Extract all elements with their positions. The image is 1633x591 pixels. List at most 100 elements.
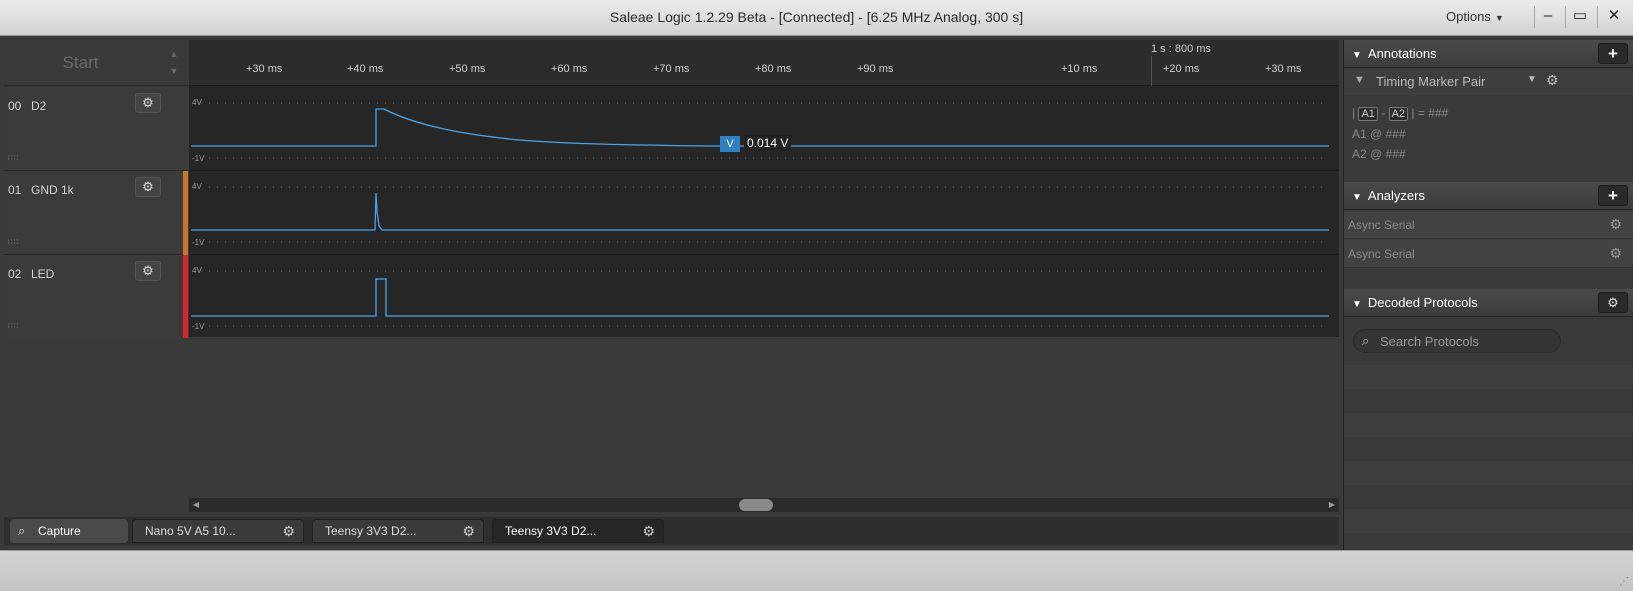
close-icon[interactable]: ✕ (1599, 4, 1629, 30)
list-stripe (1344, 437, 1633, 461)
tick-label: +50 ms (449, 63, 486, 75)
spinner-icon[interactable]: ▲ ▼ (164, 46, 184, 80)
options-menu-button[interactable]: Options ▼ (1446, 9, 1504, 24)
session-tab[interactable]: Nano 5V A5 10... ⚙ (132, 519, 304, 543)
search-protocols-box[interactable]: ⌕ (1353, 329, 1561, 353)
marker-pin-icon: ▼ (1354, 74, 1365, 86)
analyzer-gear-icon[interactable]: ⚙ (1609, 216, 1622, 233)
scroll-right-icon[interactable]: ▶ (1325, 498, 1339, 512)
waveform-area[interactable]: 1 s : 800 ms +30 ms +40 ms +50 ms +60 ms… (189, 40, 1339, 339)
tick-label: +30 ms (1265, 63, 1302, 75)
drag-handle-icon[interactable]: ∷∷ (8, 238, 19, 246)
channel-plot-02[interactable]: 4V -1V (189, 255, 1339, 339)
decoded-protocols-header[interactable]: ▼ Decoded Protocols ⚙ (1344, 289, 1633, 317)
list-stripe (1344, 365, 1633, 389)
scroll-left-icon[interactable]: ◀ (189, 498, 203, 512)
marker-a2-value: A2 @ ### (1352, 147, 1406, 161)
tick-label: +90 ms (857, 63, 894, 75)
start-area: Start ▲ ▼ (4, 40, 188, 86)
analyzer-name: Async Serial (1348, 218, 1415, 232)
timing-marker-label: Timing Marker Pair (1376, 74, 1486, 89)
voltage-measurement: V 0.014 V (720, 135, 792, 152)
session-tab-bar: ⌕ Capture Nano 5V A5 10... ⚙ Teensy 3V3 … (4, 517, 1339, 545)
channel-number: 02 (8, 267, 22, 281)
channel-number: 00 (8, 99, 22, 113)
horizontal-scrollbar[interactable]: ◀ ▶ (189, 498, 1339, 512)
tick-label: +20 ms (1163, 63, 1200, 75)
capture-search-icon: ⌕ (18, 523, 26, 538)
session-tab-active[interactable]: Teensy 3V3 D2... ⚙ (492, 519, 664, 543)
tab-settings-gear-icon[interactable]: ⚙ (282, 520, 295, 542)
channel-settings-gear-icon[interactable]: ⚙ (135, 261, 161, 281)
maximize-icon[interactable]: ▭ (1565, 4, 1595, 30)
tab-label: Teensy 3V3 D2... (325, 524, 417, 538)
drag-handle-icon[interactable]: ∷∷ (8, 154, 19, 162)
marker-a1-chip[interactable]: A1 (1358, 107, 1378, 121)
time-ruler[interactable]: 1 s : 800 ms +30 ms +40 ms +50 ms +60 ms… (189, 40, 1339, 86)
annotations-header[interactable]: ▼ Annotations + (1344, 40, 1633, 68)
channel-row-02[interactable]: 02 LED ⚙ ∷∷ (4, 255, 188, 339)
session-tab[interactable]: Teensy 3V3 D2... ⚙ (312, 519, 484, 543)
channel-number: 01 (8, 183, 22, 197)
analyzers-title: ▼ Analyzers (1352, 188, 1425, 203)
minimize-icon[interactable]: – (1533, 4, 1563, 30)
measurement-value: 0.014 V (744, 135, 792, 151)
channel-name[interactable]: D2 (31, 99, 46, 113)
timing-marker-gear-icon[interactable]: ⚙ (1546, 72, 1559, 89)
list-stripe (1344, 485, 1633, 509)
start-button[interactable]: Start (4, 40, 157, 86)
marker-a1-value: A1 @ ### (1352, 127, 1406, 141)
search-input[interactable] (1380, 332, 1556, 350)
list-stripe (1344, 389, 1633, 413)
waveform-trace (191, 270, 1329, 327)
channel-plot-00[interactable]: 4V -1V (189, 87, 1339, 171)
caret-down-icon: ▼ (1494, 13, 1504, 23)
tick-label: +10 ms (1061, 63, 1098, 75)
analyzer-item[interactable]: Async Serial ⚙ (1344, 211, 1633, 239)
analyzers-header[interactable]: ▼ Analyzers + (1344, 182, 1633, 210)
tab-settings-gear-icon[interactable]: ⚙ (642, 520, 655, 542)
search-icon: ⌕ (1362, 333, 1370, 348)
channel-color-strip (183, 255, 188, 339)
measurement-badge: V (720, 136, 740, 152)
add-annotation-button[interactable]: + (1598, 43, 1628, 64)
separator (1597, 6, 1598, 28)
window-title: Saleae Logic 1.2.29 Beta - [Connected] -… (609, 9, 1024, 25)
options-label: Options (1446, 9, 1491, 24)
capture-label: Capture (38, 524, 81, 538)
analyzer-gear-icon[interactable]: ⚙ (1609, 245, 1622, 262)
ruler-scale-label: 1 s : 800 ms (1151, 43, 1211, 55)
channel-settings-gear-icon[interactable]: ⚙ (135, 177, 161, 197)
tab-settings-gear-icon[interactable]: ⚙ (462, 520, 475, 542)
app-window: Saleae Logic 1.2.29 Beta - [Connected] -… (0, 0, 1633, 591)
waveform-trace (191, 102, 1329, 159)
expression-result: | = ### (1411, 106, 1449, 120)
resize-grip-icon[interactable]: ⋰ (1619, 576, 1629, 587)
list-stripe (1344, 509, 1633, 533)
ruler-divider (1151, 56, 1152, 86)
channel-plot-01[interactable]: 4V -1V (189, 171, 1339, 255)
drag-handle-icon[interactable]: ∷∷ (8, 322, 19, 330)
channel-label-column: Start ▲ ▼ 00 D2 ⚙ ∷∷ 01 GND 1k ⚙ ∷∷ 02 LE… (4, 40, 188, 339)
channel-row-00[interactable]: 00 D2 ⚙ ∷∷ (4, 87, 188, 171)
decoded-protocols-gear-icon[interactable]: ⚙ (1598, 292, 1628, 313)
add-analyzer-button[interactable]: + (1598, 185, 1628, 206)
dropdown-arrow-icon[interactable]: ▼ (1527, 74, 1537, 85)
timing-marker-row[interactable]: ▼ Timing Marker Pair ▼ ⚙ (1344, 69, 1633, 95)
channel-settings-gear-icon[interactable]: ⚙ (135, 93, 161, 113)
tick-label: +30 ms (246, 63, 283, 75)
tick-label: +60 ms (551, 63, 588, 75)
scrollbar-thumb[interactable] (739, 499, 773, 511)
channel-row-01[interactable]: 01 GND 1k ⚙ ∷∷ (4, 171, 188, 255)
analyzer-item[interactable]: Async Serial ⚙ (1344, 240, 1633, 268)
list-stripe (1344, 413, 1633, 437)
status-bar: ⋰ (0, 550, 1633, 591)
empty-channel-area (4, 338, 1339, 498)
right-sidebar: ▼ Annotations + ▼ Timing Marker Pair ▼ ⚙ … (1343, 40, 1633, 550)
marker-a2-chip[interactable]: A2 (1388, 107, 1409, 121)
capture-button[interactable]: ⌕ Capture (10, 519, 128, 543)
channel-name[interactable]: LED (31, 267, 54, 281)
tick-label: +80 ms (755, 63, 792, 75)
channel-name[interactable]: GND 1k (31, 183, 74, 197)
tab-label: Teensy 3V3 D2... (505, 524, 597, 538)
